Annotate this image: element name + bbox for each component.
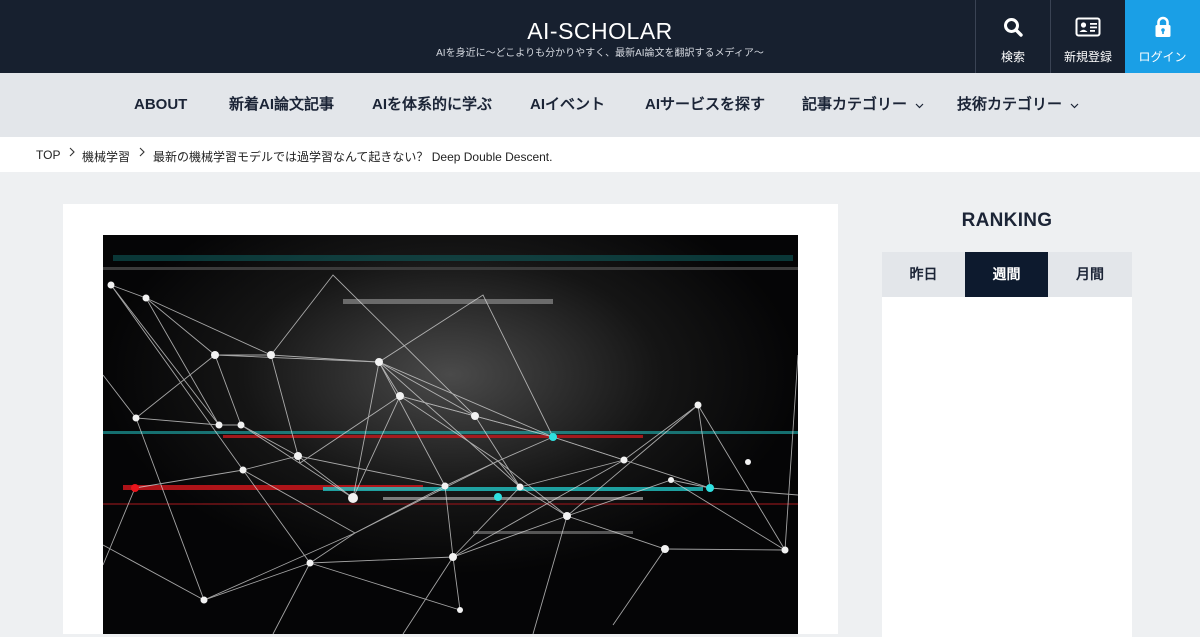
register-label: 新規登録 [1063, 50, 1112, 64]
nav-item-about[interactable]: ABOUT [134, 73, 187, 137]
ranking-list-panel [882, 297, 1132, 637]
nav-item-new-articles[interactable]: 新着AI論文記事 [229, 73, 334, 137]
tab-yesterday[interactable]: 昨日 [882, 252, 965, 297]
login-button[interactable]: ログイン [1125, 0, 1200, 73]
lock-icon [1154, 15, 1172, 39]
nav-item-label: 記事カテゴリー [802, 96, 908, 113]
chevron-right-icon [68, 146, 76, 158]
network-illustration [103, 235, 798, 634]
id-card-icon [1075, 15, 1101, 39]
article-hero-image [103, 235, 798, 634]
login-label: ログイン [1138, 50, 1187, 64]
nav-item-label: AIサービスを探す [645, 96, 766, 113]
chevron-down-icon [915, 73, 924, 137]
tab-monthly[interactable]: 月間 [1048, 252, 1132, 297]
nav-item-ai-events[interactable]: AIイベント [530, 73, 605, 137]
register-button[interactable]: 新規登録 [1050, 0, 1125, 73]
breadcrumb-current: 最新の機械学習モデルでは過学習なんて起きない？ Deep Double Desc… [153, 150, 553, 164]
nav-item-ai-services[interactable]: AIサービスを探す [645, 73, 765, 137]
nav-item-label: 技術カテゴリー [957, 96, 1063, 113]
breadcrumb: TOP 機械学習 最新の機械学習モデルでは過学習なんて起きない？ Deep Do… [0, 137, 1200, 172]
ranking-title: RANKING [961, 210, 1053, 231]
global-nav: ABOUT 新着AI論文記事 AIを体系的に学ぶ AIイベント AIサービスを探… [0, 73, 1200, 137]
nav-item-tech-categories[interactable]: 技術カテゴリー [957, 73, 1079, 137]
article-card [63, 204, 838, 634]
chevron-right-icon [138, 146, 146, 158]
nav-item-label: 新着AI論文記事 [229, 96, 335, 113]
nav-item-label: ABOUT [134, 96, 188, 113]
breadcrumb-category[interactable]: 機械学習 [82, 148, 130, 165]
search-icon [1003, 15, 1023, 39]
tab-weekly[interactable]: 週間 [965, 252, 1048, 297]
ranking-tabs: 昨日 週間 月間 [882, 252, 1132, 297]
nav-item-learn-systematically[interactable]: AIを体系的に学ぶ [372, 73, 492, 137]
nav-item-article-categories[interactable]: 記事カテゴリー [802, 73, 924, 137]
nav-item-label: AIイベント [530, 96, 606, 113]
search-button[interactable]: 検索 [975, 0, 1050, 73]
breadcrumb-top[interactable]: TOP [36, 148, 60, 162]
search-label: 検索 [1000, 50, 1025, 64]
chevron-down-icon [1070, 73, 1079, 137]
nav-item-label: AIを体系的に学ぶ [372, 96, 493, 113]
